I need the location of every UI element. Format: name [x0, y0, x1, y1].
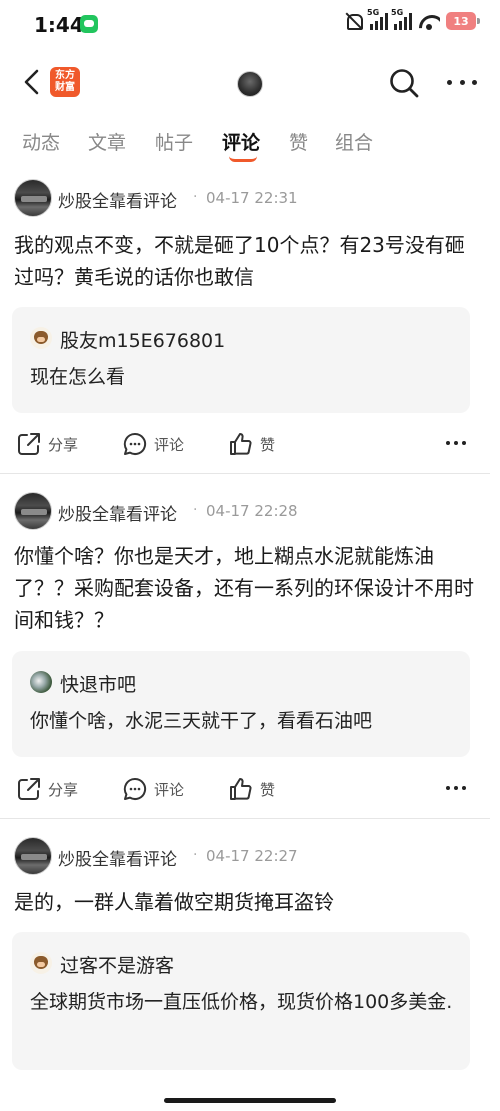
quoted-user-avatar — [30, 952, 52, 974]
author-name[interactable]: 炒股全靠看评论 — [58, 845, 177, 870]
post-time: 04-17 22:31 — [206, 189, 298, 207]
network-type-label: 5G — [367, 8, 380, 17]
mute-icon — [344, 12, 364, 30]
comment-text: 你懂个啥？你也是天才，地上糊点水泥就能炼油了？？采购配套设备，还有一系列的环保设… — [14, 544, 474, 632]
home-indicator[interactable] — [164, 1098, 336, 1103]
separator-dot: · — [193, 847, 198, 863]
comment-card[interactable]: 炒股全靠看评论 · 04-17 22:31 我的观点不变，不就是砸了10个点？有… — [0, 170, 500, 470]
back-arrow-icon[interactable] — [18, 67, 48, 97]
status-time: 1:44 — [34, 13, 84, 37]
divider — [0, 818, 490, 819]
separator-dot: · — [193, 502, 198, 518]
comment-text: 是的，一群人靠着做空期货掩耳盗铃 — [14, 890, 334, 914]
like-label: 赞 — [260, 435, 276, 454]
comment-icon — [123, 432, 147, 455]
tab-dynamics[interactable]: 动态 — [22, 128, 60, 155]
comment-icon — [123, 777, 147, 800]
separator-dot: · — [193, 189, 198, 205]
status-icons: 5G 5G 13 — [344, 8, 480, 30]
network-type-label: 5G — [391, 8, 404, 17]
quoted-text: 现在怎么看 — [30, 366, 126, 388]
comment-button[interactable]: 评论 — [122, 426, 184, 462]
user-avatar[interactable] — [237, 71, 263, 97]
share-icon — [18, 778, 40, 800]
profile-tabs: 动态 文章 帖子 评论 赞 组合 — [0, 122, 500, 162]
comment-text: 我的观点不变，不就是砸了10个点？有23号没有砸过吗？黄毛说的话你也敢信 — [14, 233, 465, 289]
comment-button[interactable]: 评论 — [122, 771, 184, 807]
signal-icon: 5G — [367, 8, 388, 30]
share-icon — [18, 433, 40, 455]
tab-portfolio[interactable]: 组合 — [335, 128, 373, 155]
comment-card[interactable]: 炒股全靠看评论 · 04-17 22:28 你懂个啥？你也是天才，地上糊点水泥就… — [0, 483, 500, 813]
quoted-comment[interactable]: 过客不是游客 全球期货市场一直压低价格，现货价格100多美金. — [12, 932, 470, 1070]
tab-articles[interactable]: 文章 — [88, 128, 126, 155]
tab-posts[interactable]: 帖子 — [155, 128, 193, 155]
comment-card[interactable]: 炒股全靠看评论 · 04-17 22:27 是的，一群人靠着做空期货掩耳盗铃 过… — [0, 828, 500, 1078]
battery-icon: 13 — [446, 12, 480, 30]
quoted-comment[interactable]: 快退市吧 你懂个啥，水泥三天就干了，看看石油吧 — [12, 651, 470, 757]
tab-comments[interactable]: 评论 — [222, 128, 260, 155]
thumbs-up-icon — [230, 778, 252, 800]
quoted-text: 你懂个啥，水泥三天就干了，看看石油吧 — [30, 710, 373, 732]
more-icon[interactable] — [446, 785, 466, 791]
like-button[interactable]: 赞 — [228, 426, 275, 462]
quoted-user-name[interactable]: 过客不是游客 — [60, 951, 174, 978]
more-icon[interactable] — [446, 440, 466, 446]
share-label: 分享 — [48, 780, 79, 799]
wifi-icon — [418, 12, 440, 30]
quoted-text: 全球期货市场一直压低价格，现货价格100多美金. — [30, 991, 453, 1013]
author-name[interactable]: 炒股全靠看评论 — [58, 500, 177, 525]
share-button[interactable]: 分享 — [16, 771, 78, 807]
author-avatar[interactable] — [14, 179, 52, 217]
quoted-user-name[interactable]: 股友m15E676801 — [60, 326, 225, 353]
action-bar: 分享 评论 赞 — [0, 426, 500, 462]
author-name[interactable]: 炒股全靠看评论 — [58, 187, 177, 212]
top-nav-bar: 东方财富 — [0, 55, 500, 111]
search-icon[interactable] — [388, 67, 420, 99]
share-button[interactable]: 分享 — [16, 426, 78, 462]
quoted-comment[interactable]: 股友m15E676801 现在怎么看 — [12, 307, 470, 413]
author-avatar[interactable] — [14, 492, 52, 530]
thumbs-up-icon — [230, 433, 252, 455]
quoted-user-avatar — [30, 671, 52, 693]
app-logo: 东方财富 — [50, 67, 80, 97]
comment-label: 评论 — [154, 435, 185, 454]
divider — [0, 473, 490, 474]
more-options-icon[interactable] — [447, 75, 477, 89]
like-button[interactable]: 赞 — [228, 771, 275, 807]
comment-label: 评论 — [154, 780, 185, 799]
quoted-user-name[interactable]: 快退市吧 — [60, 670, 136, 697]
action-bar: 分享 评论 赞 — [0, 771, 500, 807]
wechat-notification-icon — [80, 15, 98, 33]
post-time: 04-17 22:27 — [206, 847, 298, 865]
share-label: 分享 — [48, 435, 79, 454]
signal-icon: 5G — [391, 8, 412, 30]
status-bar: 1:44 5G 5G 13 — [0, 0, 500, 50]
author-avatar[interactable] — [14, 837, 52, 875]
post-time: 04-17 22:28 — [206, 502, 298, 520]
active-tab-indicator — [229, 156, 257, 162]
like-label: 赞 — [260, 780, 276, 799]
quoted-user-avatar — [30, 327, 52, 349]
tab-likes[interactable]: 赞 — [289, 128, 308, 155]
